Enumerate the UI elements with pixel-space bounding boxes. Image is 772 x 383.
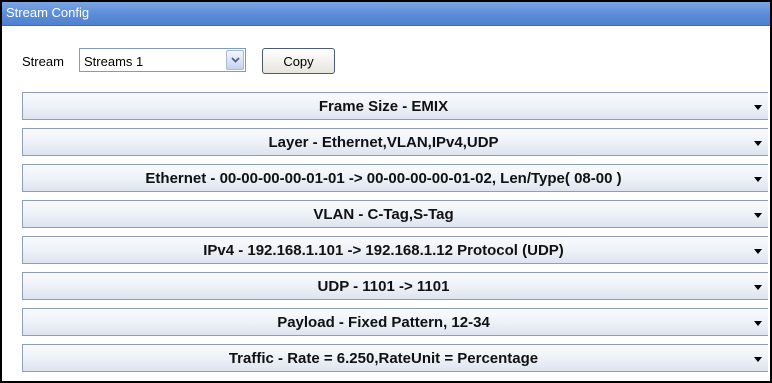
stream-select[interactable]: Streams 1 <box>79 48 246 72</box>
chevron-down-icon <box>231 57 240 63</box>
dropdown-arrow-icon[interactable] <box>754 213 762 218</box>
stream-label: Stream <box>22 54 64 69</box>
dropdown-arrow-icon[interactable] <box>754 141 762 146</box>
dropdown-arrow-icon[interactable] <box>754 177 762 182</box>
section-title: VLAN - C-Tag,S-Tag <box>313 206 454 223</box>
section-udp[interactable]: UDP - 1101 -> 1101 <box>22 272 768 300</box>
stream-config-window: Stream Config Stream Streams 1 Copy Fram… <box>0 0 772 383</box>
section-title: UDP - 1101 -> 1101 <box>317 278 450 295</box>
dropdown-arrow-icon[interactable] <box>754 357 762 362</box>
dropdown-arrow-icon[interactable] <box>754 249 762 254</box>
section-traffic[interactable]: Traffic - Rate = 6.250,RateUnit = Percen… <box>22 344 768 372</box>
title-bar: Stream Config <box>2 2 770 26</box>
section-title: Ethernet - 00-00-00-00-01-01 -> 00-00-00… <box>145 170 622 187</box>
section-title: Layer - Ethernet,VLAN,IPv4,UDP <box>268 134 499 151</box>
window-title: Stream Config <box>6 5 90 20</box>
copy-button[interactable]: Copy <box>262 48 335 74</box>
section-title: IPv4 - 192.168.1.101 -> 192.168.1.12 Pro… <box>203 242 564 259</box>
dropdown-arrow-icon[interactable] <box>754 285 762 290</box>
section-frame-size[interactable]: Frame Size - EMIX <box>22 92 768 120</box>
section-payload[interactable]: Payload - Fixed Pattern, 12-34 <box>22 308 768 336</box>
section-layer[interactable]: Layer - Ethernet,VLAN,IPv4,UDP <box>22 128 768 156</box>
section-title: Frame Size - EMIX <box>318 98 449 115</box>
dropdown-arrow-icon[interactable] <box>754 321 762 326</box>
section-title: Payload - Fixed Pattern, 12-34 <box>277 314 490 331</box>
section-vlan[interactable]: VLAN - C-Tag,S-Tag <box>22 200 768 228</box>
stream-select-value: Streams 1 <box>84 54 144 69</box>
dropdown-arrow-icon[interactable] <box>754 105 762 110</box>
section-title: Traffic - Rate = 6.250,RateUnit = Percen… <box>228 350 539 367</box>
section-ethernet[interactable]: Ethernet - 00-00-00-00-01-01 -> 00-00-00… <box>22 164 768 192</box>
section-ipv4[interactable]: IPv4 - 192.168.1.101 -> 192.168.1.12 Pro… <box>22 236 768 264</box>
stream-select-dropdown-button[interactable] <box>226 50 244 70</box>
